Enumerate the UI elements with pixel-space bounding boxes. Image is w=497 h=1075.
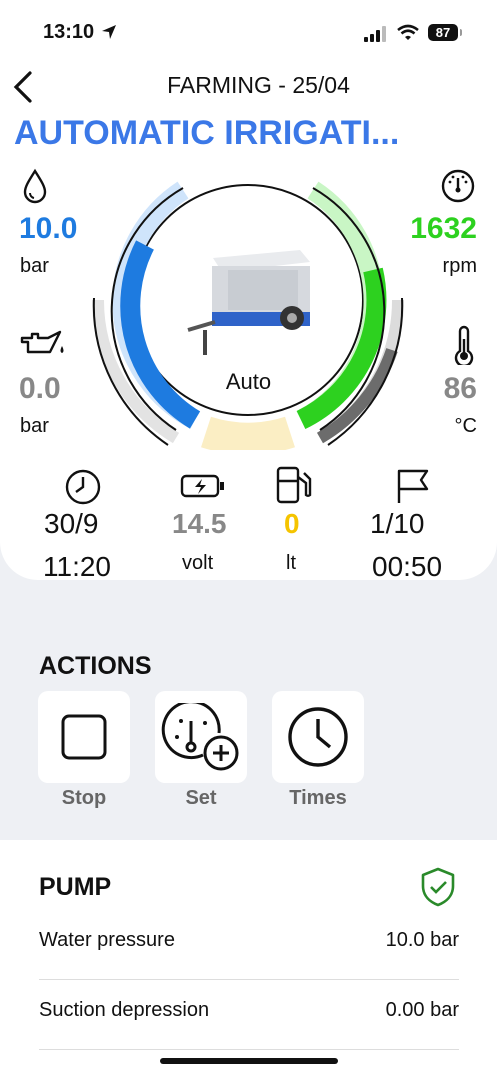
set-gauge-plus-icon — [161, 703, 239, 771]
cycle-duration: 00:50 — [372, 551, 443, 582]
set-button[interactable] — [155, 691, 247, 783]
stop-label: Stop — [61, 787, 107, 809]
times-label: Times — [289, 787, 347, 809]
fuel-pump-icon — [276, 466, 312, 504]
generator-trailer-image — [187, 250, 310, 355]
actions-title: ACTIONS — [39, 652, 152, 680]
stop-button[interactable] — [38, 691, 130, 783]
flag-icon — [397, 469, 429, 503]
row-value: 10.0 bar — [385, 929, 459, 951]
pump-row-suction-depression: Suction depression 0.00 bar — [39, 980, 459, 1050]
water-drop-icon — [23, 168, 47, 204]
voltage-value: 14.5 — [172, 508, 227, 539]
pump-row-water-pressure: Water pressure 10.0 bar — [39, 910, 459, 980]
pressure-value: 10.0 — [19, 212, 78, 245]
row-value: 0.00 bar — [385, 999, 459, 1021]
battery-charging-icon — [180, 474, 224, 498]
oil-pressure-unit: bar — [20, 415, 49, 437]
last-run-date: 30/9 — [44, 508, 99, 539]
pump-title: PUMP — [39, 873, 112, 901]
mode-arc — [201, 416, 295, 450]
times-button[interactable] — [272, 691, 364, 783]
oil-can-icon — [20, 330, 64, 354]
pressure-unit: bar — [20, 255, 49, 277]
shield-check-icon — [421, 867, 455, 907]
temperature-value: 86 — [443, 372, 477, 405]
fuel-value: 0 — [284, 508, 300, 539]
mode-label: Auto — [225, 369, 272, 394]
thermometer-icon — [454, 325, 474, 365]
voltage-unit: volt — [182, 552, 214, 574]
fuel-unit: lt — [286, 552, 296, 574]
clock-icon — [65, 469, 101, 505]
rpm-unit: rpm — [442, 255, 477, 277]
times-clock-icon — [288, 707, 348, 767]
row-label: Water pressure — [39, 929, 175, 951]
last-run-time: 11:20 — [43, 551, 111, 582]
cycle-count: 1/10 — [370, 508, 425, 539]
row-label: Suction depression — [39, 999, 210, 1021]
stop-square-icon — [61, 714, 107, 760]
oil-pressure-value: 0.0 — [19, 372, 61, 405]
set-label: Set — [185, 787, 217, 809]
speedometer-icon — [441, 169, 475, 203]
rpm-value: 1632 — [410, 212, 477, 245]
temperature-unit: °C — [454, 415, 477, 437]
home-indicator[interactable] — [160, 1058, 338, 1064]
